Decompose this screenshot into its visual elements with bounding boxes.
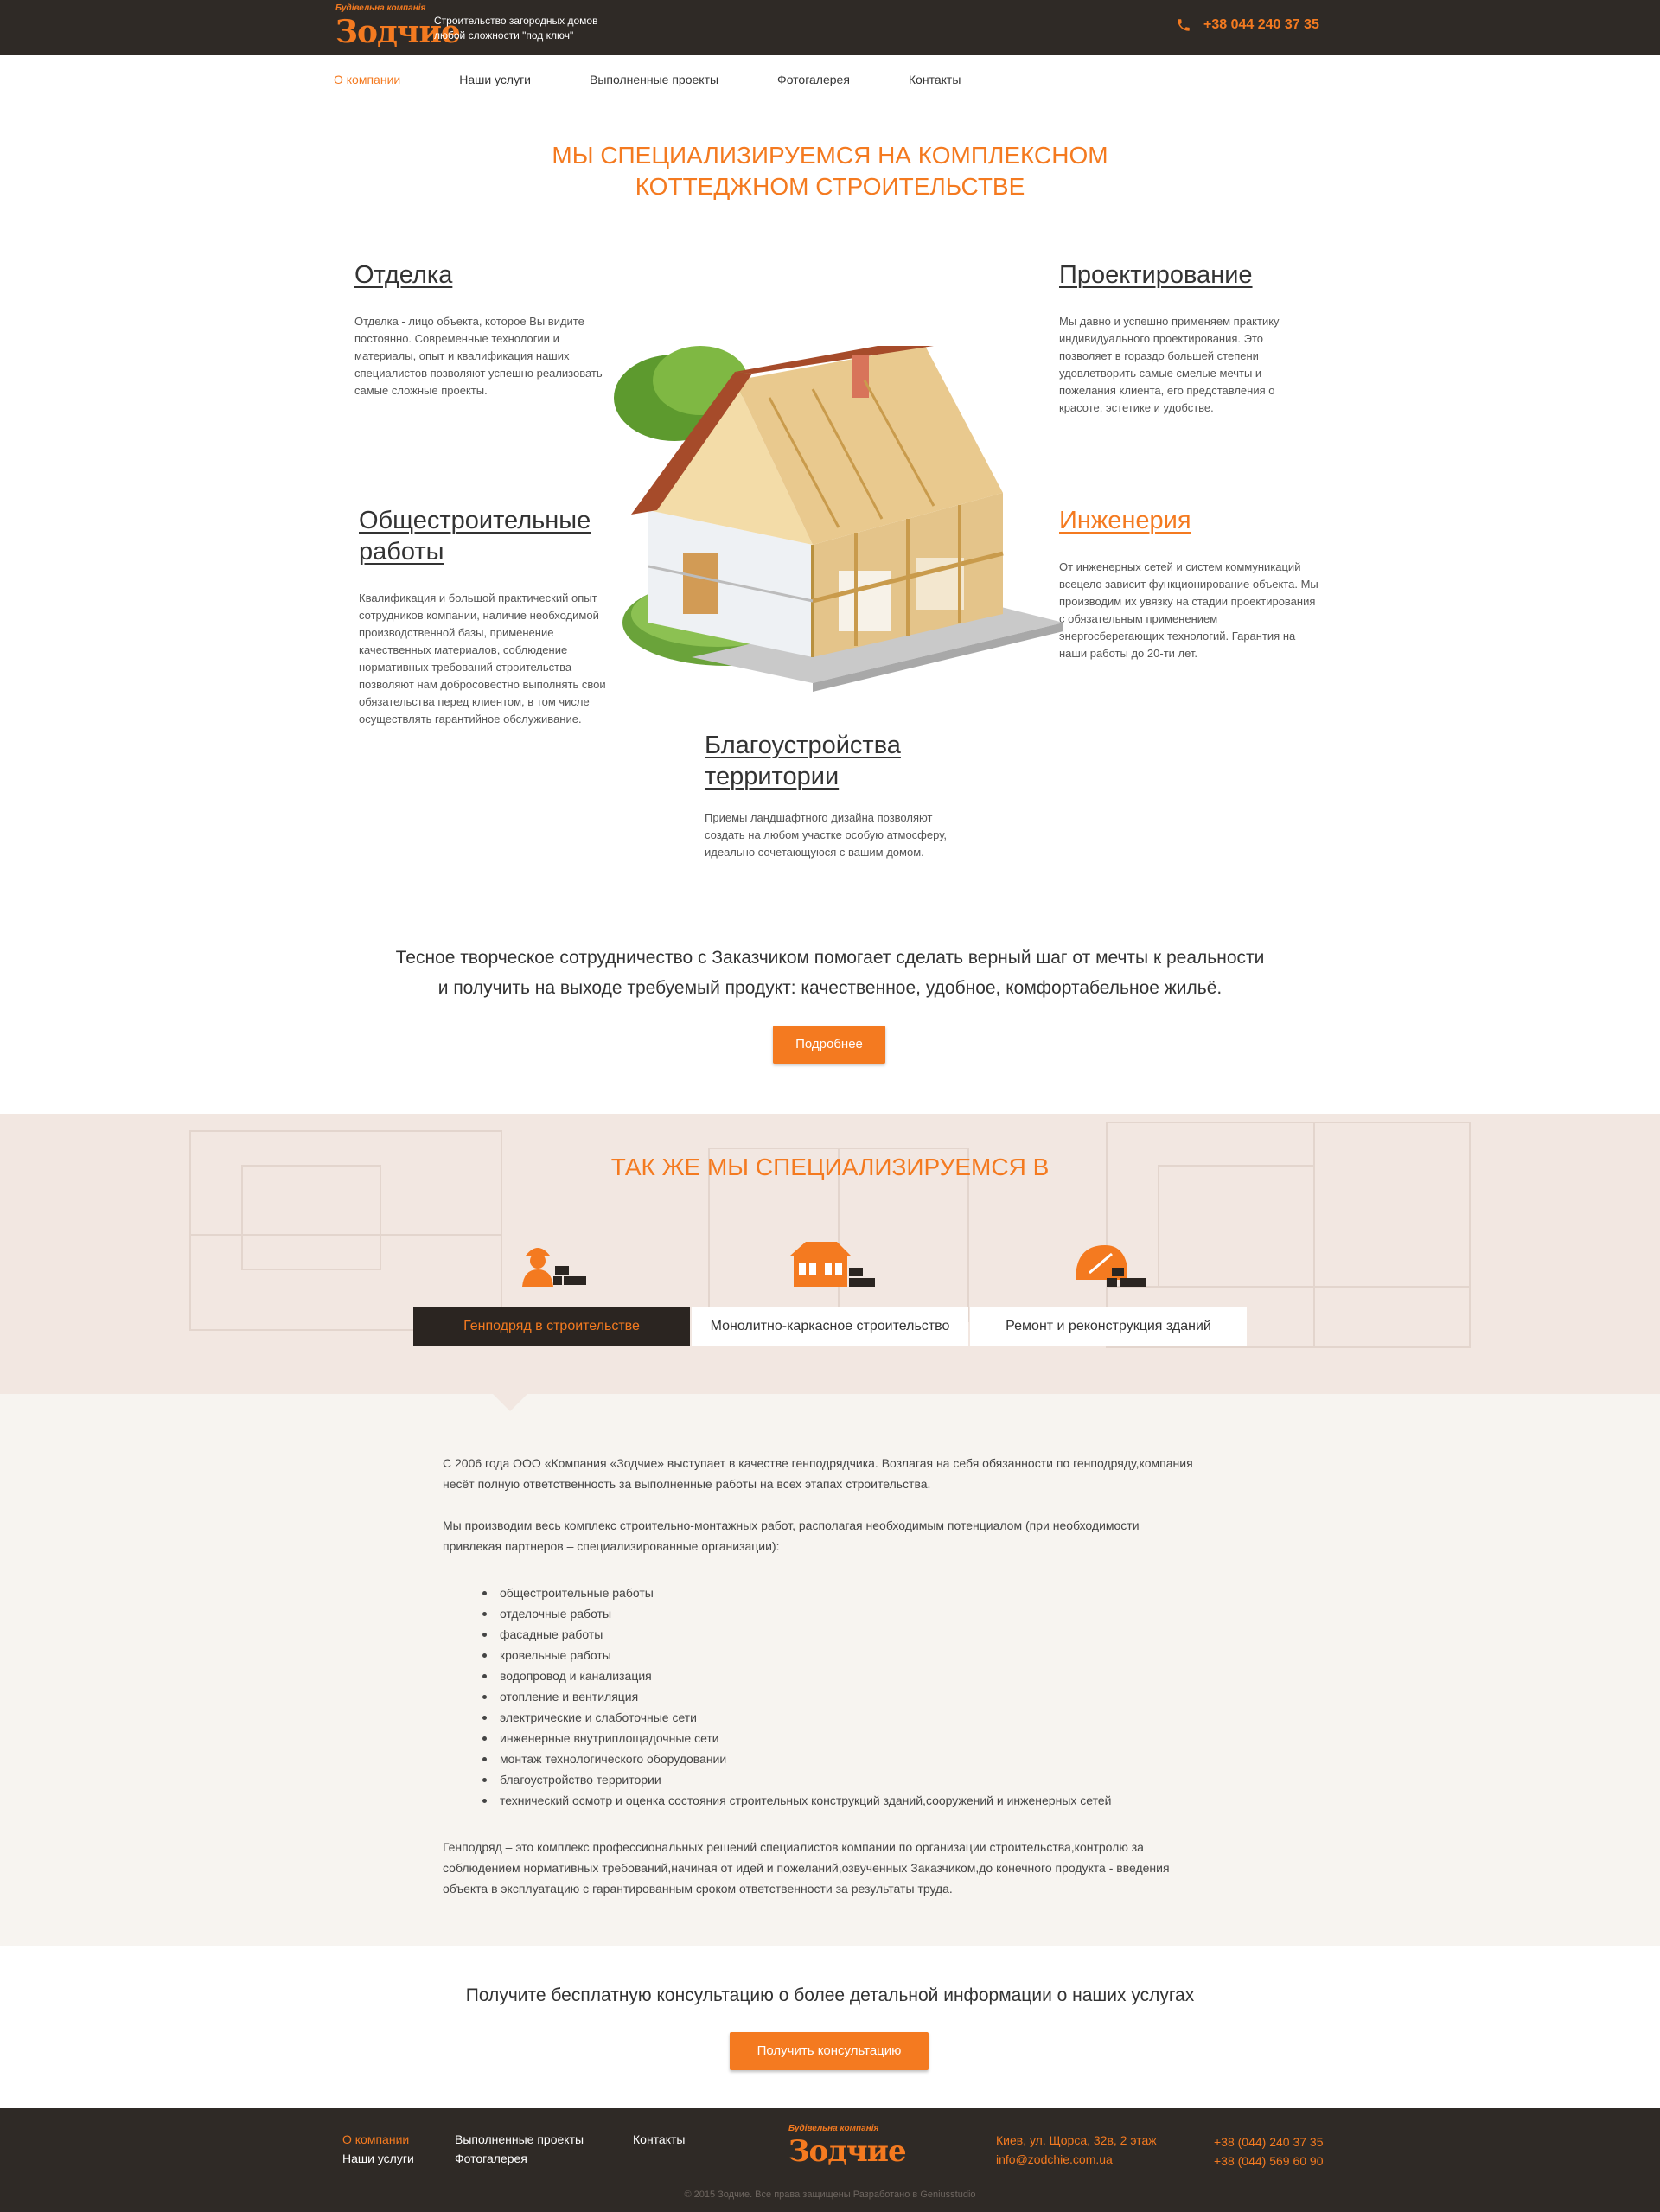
list-item: технический осмотр и оценка состояния ст…	[482, 1790, 1111, 1811]
paragraph-summary: Генподряд – это комплекс профессиональны…	[443, 1837, 1221, 1899]
tab-renovation[interactable]: Ремонт и реконструкция зданий	[970, 1307, 1247, 1346]
service-text-design: Мы давно и успешно применяем практику ин…	[1059, 315, 1280, 414]
service-title-finishing[interactable]: Отделка	[354, 259, 452, 291]
tagline-line-2: любой сложности "под ключ"	[434, 29, 574, 42]
nav-item-services[interactable]: Наши услуги	[459, 73, 531, 93]
worker-icon	[522, 1248, 586, 1287]
paragraph-intro-line-2: несёт полную ответственность за выполнен…	[443, 1477, 931, 1491]
page-title-line-1: МЫ СПЕЦИАЛИЗИРУЕМСЯ НА КОМПЛЕКСНОМ	[552, 142, 1108, 169]
footer-link-services[interactable]: Наши услуги	[342, 2151, 414, 2165]
paragraph-works-line-2: привлекая партнеров – специализированные…	[443, 1539, 780, 1553]
page-title-line-2: КОТТЕДЖНОМ СТРОИТЕЛЬСТВЕ	[635, 173, 1025, 200]
service-title-landscape-line-2: территории	[705, 763, 840, 790]
header-phone-number: +38 044 240 37 35	[1204, 17, 1319, 32]
paragraph-intro: С 2006 года ООО «Компания «Зодчие» высту…	[443, 1453, 1221, 1494]
content-pointer	[493, 1394, 527, 1411]
footer-email[interactable]: info@zodchie.com.ua	[996, 2150, 1157, 2169]
paragraph-summary-line-2: соблюдением нормативных требований,начин…	[443, 1861, 1170, 1875]
list-item: отопление и вентиляция	[482, 1686, 1111, 1707]
nav-item-gallery[interactable]: Фотогалерея	[777, 73, 850, 93]
paragraph-summary-line-3: объекта в эксплуатацию с гарантированным…	[443, 1882, 953, 1896]
list-item: монтаж технологического оборудовании	[482, 1749, 1111, 1769]
nav-item-about[interactable]: О компании	[334, 73, 400, 93]
footer-link-gallery[interactable]: Фотогалерея	[455, 2151, 527, 2165]
house-illustration	[614, 346, 1063, 692]
footer-phone-2[interactable]: +38 (044) 569 60 90	[1214, 2151, 1324, 2170]
logo[interactable]: Будівельна компанія Зодчие	[335, 3, 461, 52]
quote-line-2: и получить на выходе требуемый продукт: …	[437, 978, 1223, 998]
nav-item-contacts[interactable]: Контакты	[909, 73, 961, 93]
service-text-finishing: Отделка - лицо объекта, которое Вы видит…	[354, 315, 603, 397]
paragraph-intro-line-1: С 2006 года ООО «Компания «Зодчие» высту…	[443, 1456, 1193, 1470]
footer-address-block: Киев, ул. Щорса, 32в, 2 этаж info@zodchi…	[996, 2131, 1157, 2169]
list-item: водопровод и канализация	[482, 1665, 1111, 1686]
helmet-icon	[1076, 1245, 1146, 1287]
footer-link-projects[interactable]: Выполненные проекты	[455, 2132, 584, 2146]
footer-logo[interactable]: Будівельна компанія Зодчие	[788, 2124, 907, 2176]
copyright: © 2015 Зодчие. Все права защищены Разраб…	[684, 2190, 976, 2200]
service-text-landscape: Приемы ландшафтного дизайна позволяют со…	[705, 811, 948, 859]
service-title-general-line-1: Общестроительные	[359, 507, 591, 534]
list-item: благоустройство территории	[482, 1769, 1111, 1790]
quote-line-1: Тесное творческое сотрудничество с Заказ…	[395, 948, 1265, 968]
paragraph-summary-line-1: Генподряд – это комплекс профессиональны…	[443, 1840, 1144, 1854]
service-title-design[interactable]: Проектирование	[1059, 259, 1253, 291]
service-title-landscape[interactable]: Благоустройства территории	[705, 730, 901, 792]
list-item: фасадные работы	[482, 1624, 1111, 1645]
service-title-landscape-line-1: Благоустройства	[705, 732, 901, 759]
tagline: Строительство загородных домов любой сло…	[434, 14, 597, 43]
service-title-general-line-2: работы	[359, 538, 444, 566]
paragraph-works-line-1: Мы производим весь комплекс строительно-…	[443, 1518, 1140, 1532]
quote-block: Тесное творческое сотрудничество с Заказ…	[311, 943, 1349, 1003]
tab-general-contracting[interactable]: Генподряд в строительстве	[413, 1307, 690, 1346]
tab-monolithic[interactable]: Монолитно-каркасное строительство	[692, 1307, 968, 1346]
list-item: общестроительные работы	[482, 1582, 1111, 1603]
list-item: инженерные внутриплощадочные сети	[482, 1728, 1111, 1749]
header-phone[interactable]: +38 044 240 37 35	[1176, 17, 1319, 33]
footer-address: Киев, ул. Щорса, 32в, 2 этаж	[996, 2133, 1157, 2147]
service-text-engineering: От инженерных сетей и систем коммуникаци…	[1059, 560, 1318, 660]
list-item: электрические и слаботочные сети	[482, 1707, 1111, 1728]
consult-button[interactable]: Получить консультацию	[730, 2032, 929, 2070]
more-button[interactable]: Подробнее	[773, 1026, 885, 1064]
list-item: отделочные работы	[482, 1603, 1111, 1624]
paragraph-works: Мы производим весь комплекс строительно-…	[443, 1515, 1221, 1557]
building-icon	[790, 1242, 875, 1287]
also-section-title: ТАК ЖЕ МЫ СПЕЦИАЛИЗИРУЕМСЯ В	[610, 1154, 1050, 1180]
logo-wordmark: Зодчие	[335, 14, 461, 50]
consult-text: Получите бесплатную консультацию о более…	[465, 1985, 1195, 2005]
works-list: общестроительные работы отделочные работ…	[482, 1582, 1111, 1811]
service-title-engineering[interactable]: Инженерия	[1059, 505, 1191, 536]
main-nav: О компании Наши услуги Выполненные проек…	[334, 73, 1019, 93]
footer-phone-1[interactable]: +38 (044) 240 37 35	[1214, 2132, 1324, 2151]
list-item: кровельные работы	[482, 1645, 1111, 1665]
footer-link-contacts[interactable]: Контакты	[633, 2132, 685, 2146]
service-title-general[interactable]: Общестроительные работы	[359, 505, 591, 567]
top-bar	[0, 0, 1660, 55]
nav-item-projects[interactable]: Выполненные проекты	[590, 73, 718, 93]
footer-phones: +38 (044) 240 37 35 +38 (044) 569 60 90	[1214, 2132, 1324, 2170]
service-text-general: Квалификация и большой практический опыт…	[359, 591, 606, 726]
phone-icon	[1178, 19, 1190, 31]
tagline-line-1: Строительство загородных домов	[434, 15, 598, 27]
footer-link-about[interactable]: О компании	[342, 2132, 409, 2146]
footer-logo-wordmark: Зодчие	[788, 2134, 907, 2169]
page-title: МЫ СПЕЦИАЛИЗИРУЕМСЯ НА КОМПЛЕКСНОМ КОТТЕ…	[398, 140, 1262, 202]
